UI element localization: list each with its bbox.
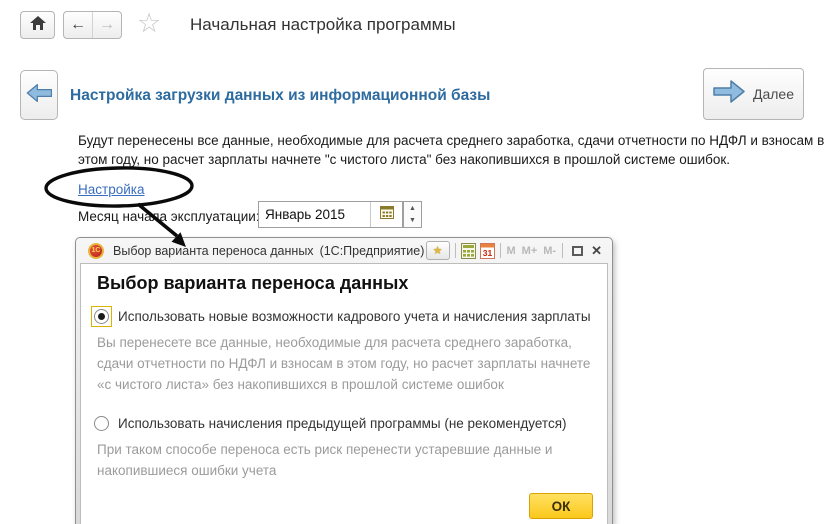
- radio-focus-frame: [91, 413, 112, 434]
- dialog-titlebar[interactable]: 1С Выбор варианта переноса данных (1С:Пре…: [76, 238, 612, 263]
- radio-button-icon[interactable]: [94, 416, 109, 431]
- calendar-icon[interactable]: 31: [479, 241, 495, 260]
- ok-button[interactable]: ОК: [529, 493, 593, 519]
- dialog-title-app-suffix: (1С:Предприятие): [319, 243, 424, 258]
- svg-text:31: 31: [482, 248, 492, 258]
- forward-arrow-icon: →: [99, 16, 115, 33]
- start-month-value[interactable]: Январь 2015: [259, 202, 370, 227]
- spinner-down-icon: ▼: [409, 217, 416, 225]
- start-month-label: Месяц начала эксплуатации:: [78, 209, 260, 224]
- data-transfer-dialog: 1С Выбор варианта переноса данных (1С:Пре…: [75, 237, 613, 524]
- radio-focus-frame: [91, 306, 112, 327]
- wizard-back-button[interactable]: [20, 70, 58, 120]
- memory-m-button[interactable]: M: [507, 245, 516, 257]
- forward-button[interactable]: →: [92, 12, 121, 38]
- back-button[interactable]: ←: [64, 12, 92, 38]
- memory-mplus-button[interactable]: M+: [522, 245, 538, 257]
- radio-button-icon[interactable]: [94, 309, 109, 324]
- 1c-logo: 1С: [88, 242, 104, 259]
- favorite-star-icon[interactable]: ☆: [137, 8, 161, 39]
- spinner-up-icon: ▲: [409, 204, 416, 212]
- option-description: Вы перенесете все данные, необходимые дл…: [97, 335, 591, 392]
- home-button[interactable]: [20, 11, 55, 39]
- dialog-body: Выбор варианта переноса данных Использов…: [80, 263, 608, 524]
- dialog-title-text: Выбор варианта переноса данных: [113, 243, 314, 258]
- wizard-step-title: Настройка загрузки данных из информацион…: [70, 87, 491, 104]
- calculator-icon[interactable]: [460, 241, 476, 260]
- page-title: Начальная настройка программы: [190, 15, 456, 34]
- home-icon: [29, 15, 46, 35]
- close-icon[interactable]: ✕: [591, 243, 602, 259]
- dialog-title: Выбор варианта переноса данных (1С:Предпр…: [113, 244, 424, 258]
- history-nav-buttons: ← →: [63, 11, 122, 39]
- spinner-down-button[interactable]: ▼: [404, 215, 421, 228]
- maximize-icon[interactable]: [572, 245, 584, 256]
- favorites-icon[interactable]: ★: [425, 241, 450, 260]
- option-description: При таком способе переноса есть риск пер…: [97, 442, 553, 478]
- wizard-description: Будут перенесены все данные, необходимые…: [78, 133, 825, 167]
- next-button[interactable]: Далее: [703, 68, 804, 120]
- calendar-grid-icon: [379, 205, 394, 224]
- back-step-arrow-icon: [26, 83, 53, 108]
- spinner-up-button[interactable]: ▲: [404, 202, 421, 215]
- month-spinner: ▲ ▼: [403, 201, 422, 228]
- dialog-titlebar-icons: ★ 31 M M+ M- ✕: [424, 241, 605, 260]
- memory-mminus-button[interactable]: M-: [543, 245, 556, 257]
- option-previous-program-radio[interactable]: Использовать начисления предыдущей прогр…: [91, 413, 567, 434]
- dialog-heading: Выбор варианта переноса данных: [97, 273, 409, 293]
- start-month-input[interactable]: Январь 2015: [258, 201, 403, 228]
- option-label[interactable]: Использовать новые возможности кадрового…: [118, 309, 591, 324]
- option-label[interactable]: Использовать начисления предыдущей прогр…: [118, 416, 567, 431]
- next-arrow-icon: [713, 79, 745, 109]
- settings-link[interactable]: Настройка: [78, 182, 144, 197]
- next-button-label: Далее: [752, 86, 794, 102]
- option-new-features-radio[interactable]: Использовать новые возможности кадрового…: [91, 306, 591, 327]
- calendar-picker-button[interactable]: [370, 202, 402, 227]
- titlebar-separator: [454, 243, 456, 258]
- titlebar-separator: [499, 243, 501, 258]
- titlebar-separator: [562, 243, 564, 258]
- back-arrow-icon: ←: [70, 16, 86, 33]
